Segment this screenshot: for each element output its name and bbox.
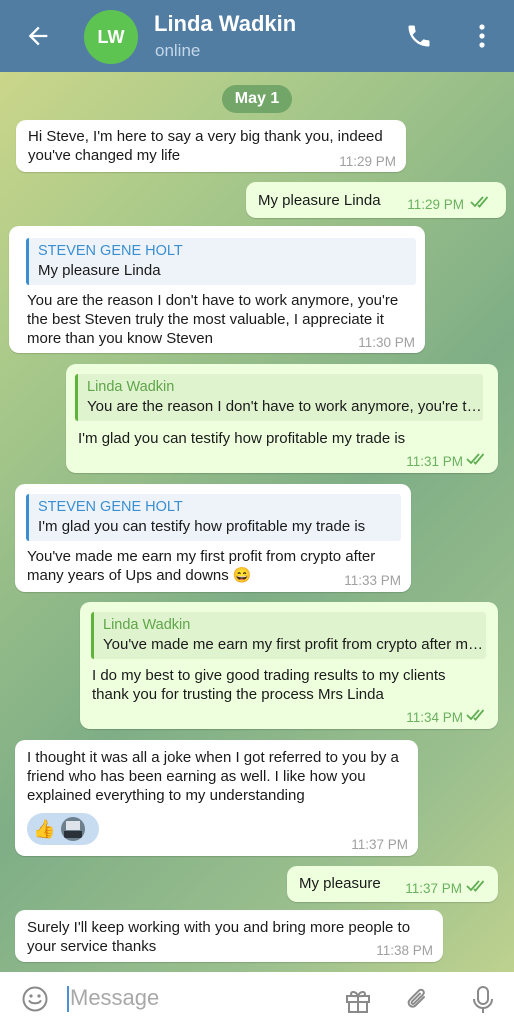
reply-author: Linda Wadkin	[87, 379, 175, 395]
message-bubble-outgoing[interactable]: Linda Wadkin You've made me earn my firs…	[80, 602, 498, 729]
message-input[interactable]	[70, 983, 310, 1013]
message-time: 11:37 PM	[405, 881, 462, 896]
read-receipt-icon	[466, 880, 485, 892]
date-chip: May 1	[222, 85, 292, 113]
reply-author: Linda Wadkin	[103, 617, 191, 633]
message-text: Surely I'll keep working with you and br…	[27, 919, 411, 955]
message-text: I thought it was all a joke when I got r…	[27, 749, 399, 804]
arrow-left-icon[interactable]	[24, 22, 52, 50]
message-bubble-incoming[interactable]: STEVEN GENE HOLT My pleasure Linda You a…	[9, 226, 425, 353]
reply-author: STEVEN GENE HOLT	[38, 243, 183, 259]
message-bubble-incoming[interactable]: Surely I'll keep working with you and br…	[15, 910, 443, 962]
message-time: 11:29 PM	[407, 197, 464, 212]
message-text: I do my best to give good trading result…	[92, 667, 446, 703]
message-time: 11:31 PM	[406, 454, 463, 469]
more-vertical-icon[interactable]	[472, 22, 492, 50]
paperclip-icon[interactable]	[404, 985, 432, 1013]
reply-quote[interactable]: Linda Wadkin You are the reason I don't …	[75, 374, 483, 421]
message-text: You are the reason I don't have to work …	[27, 292, 399, 347]
message-time: 11:38 PM	[376, 943, 433, 958]
read-receipt-icon	[470, 196, 489, 208]
read-receipt-icon	[466, 709, 485, 721]
reply-quote[interactable]: Linda Wadkin You've made me earn my firs…	[91, 612, 486, 659]
message-time: 11:37 PM	[351, 837, 408, 852]
message-time: 11:30 PM	[358, 335, 415, 350]
gift-icon[interactable]	[344, 986, 372, 1014]
reply-text: I'm glad you can testify how profitable …	[38, 518, 366, 535]
message-bubble-incoming[interactable]: I thought it was all a joke when I got r…	[15, 740, 418, 856]
read-receipt-icon	[466, 453, 485, 465]
message-composer	[0, 972, 514, 1024]
message-bubble-incoming[interactable]: Hi Steve, I'm here to say a very big tha…	[16, 120, 406, 172]
message-bubble-outgoing[interactable]: Linda Wadkin You are the reason I don't …	[66, 364, 498, 473]
message-time: 11:34 PM	[406, 710, 463, 725]
emoji-icon[interactable]	[22, 986, 48, 1012]
message-time: 11:29 PM	[339, 154, 396, 169]
reply-quote[interactable]: STEVEN GENE HOLT I'm glad you can testif…	[26, 494, 401, 541]
thumbs-up-icon: 👍	[33, 818, 56, 839]
message-text: I'm glad you can testify how profitable …	[78, 430, 406, 447]
chat-header: LW Linda Wadkin online	[0, 0, 514, 72]
phone-icon[interactable]	[405, 22, 433, 50]
reply-text: My pleasure Linda	[38, 262, 161, 279]
reactor-avatar	[61, 817, 86, 841]
reply-text: You've made me earn my first profit from…	[103, 636, 486, 653]
message-bubble-outgoing[interactable]: My pleasure Linda 11:29 PM	[246, 182, 506, 218]
microphone-icon[interactable]	[470, 985, 496, 1015]
reply-quote[interactable]: STEVEN GENE HOLT My pleasure Linda	[26, 238, 416, 285]
reply-text: You are the reason I don't have to work …	[87, 398, 483, 415]
message-bubble-outgoing[interactable]: My pleasure 11:37 PM	[287, 866, 498, 902]
contact-name[interactable]: Linda Wadkin	[154, 11, 296, 37]
message-text: You've made me earn my first profit from…	[27, 548, 376, 584]
contact-status: online	[155, 41, 201, 60]
reply-author: STEVEN GENE HOLT	[38, 499, 183, 515]
message-time: 11:33 PM	[344, 573, 401, 588]
reaction-chip[interactable]: 👍	[27, 813, 99, 845]
message-bubble-incoming[interactable]: STEVEN GENE HOLT I'm glad you can testif…	[15, 484, 411, 592]
text-cursor	[67, 986, 69, 1012]
avatar[interactable]: LW	[84, 10, 138, 64]
